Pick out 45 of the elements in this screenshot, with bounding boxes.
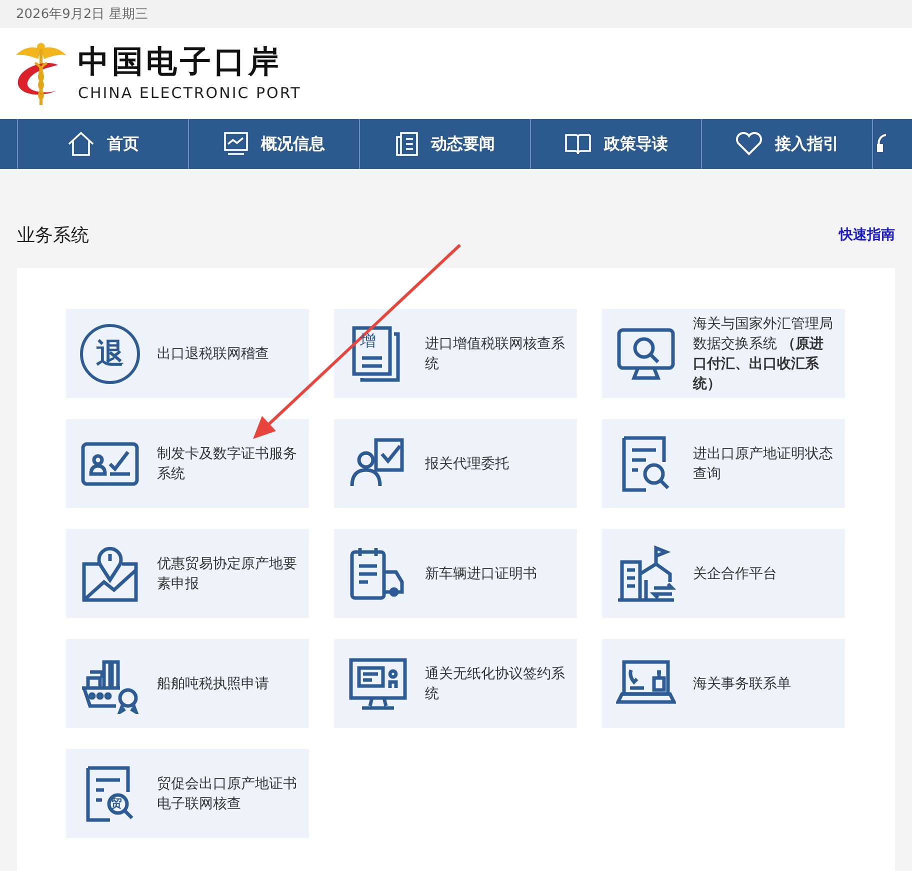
headset-icon xyxy=(877,133,887,155)
nav-item[interactable]: 接入指引 xyxy=(701,119,872,169)
system-tile[interactable]: 退 出口退税联网稽查 xyxy=(66,309,309,398)
document-icon xyxy=(395,131,419,157)
date-text: 2026年9月2日 星期三 xyxy=(16,6,148,23)
tile-label: 制发卡及数字证书服务系统 xyxy=(157,444,298,484)
system-tile[interactable]: 通关无纸化协议签约系统 xyxy=(334,639,577,728)
system-tile[interactable]: 制发卡及数字证书服务系统 xyxy=(66,419,309,508)
home-icon xyxy=(67,131,95,157)
system-tile[interactable]: 海关与国家外汇管理局数据交换系统 （原进口付汇、出口收汇系统） xyxy=(602,309,845,398)
system-tile[interactable]: 进出口原产地证明状态查询 xyxy=(602,419,845,508)
tile-label: 优惠贸易协定原产地要素申报 xyxy=(157,554,298,594)
tile-label: 报关代理委托 xyxy=(425,454,510,474)
quick-guide-link[interactable]: 快速指南 xyxy=(839,226,895,244)
tile-label: 进口增值税联网核查系统 xyxy=(425,334,566,374)
logo-subtitle: CHINA ELECTRONIC PORT xyxy=(78,84,302,102)
logo-icon xyxy=(16,40,66,106)
tile-label: 通关无纸化协议签约系统 xyxy=(425,664,566,704)
heart-icon xyxy=(735,132,763,156)
tile-label: 出口退税联网稽查 xyxy=(157,344,270,364)
circle-icon: 退 xyxy=(80,324,140,384)
nav-item[interactable]: 动态要闻 xyxy=(359,119,530,169)
logo-title: 中国电子口岸 xyxy=(78,45,283,80)
system-tile[interactable]: 关企合作平台 xyxy=(602,529,845,618)
system-tile[interactable]: 海关事务联系单 xyxy=(602,639,845,728)
nav-item[interactable]: 概况信息 xyxy=(188,119,359,169)
tile-label: 新车辆进口证明书 xyxy=(425,564,538,584)
nav-item[interactable]: 政策导读 xyxy=(530,119,701,169)
buildings-icon xyxy=(616,544,676,604)
tile-label: 海关与国家外汇管理局数据交换系统 （原进口付汇、出口收汇系统） xyxy=(693,314,834,394)
nav-item[interactable]: 首页 xyxy=(17,119,188,169)
chart-monitor-icon xyxy=(223,131,249,157)
tile-label: 船舶吨税执照申请 xyxy=(157,674,270,694)
tile-label: 关企合作平台 xyxy=(693,564,778,584)
system-tile[interactable]: 船舶吨税执照申请 xyxy=(66,639,309,728)
system-tile[interactable]: 增 进口增值税联网核查系统 xyxy=(334,309,577,398)
tile-label: 海关事务联系单 xyxy=(693,674,792,694)
section-title: 业务系统 xyxy=(17,224,89,246)
tile-label: 进出口原产地证明状态查询 xyxy=(693,444,834,484)
system-tile[interactable]: 贸 贸促会出口原产地证书电子联网核查 xyxy=(66,749,309,838)
system-tile[interactable]: 报关代理委托 xyxy=(334,419,577,508)
tile-label: 贸促会出口原产地证书电子联网核查 xyxy=(157,774,298,814)
system-tile[interactable]: 新车辆进口证明书 xyxy=(334,529,577,618)
book-icon xyxy=(564,132,592,156)
system-tile[interactable]: 优惠贸易协定原产地要素申报 xyxy=(66,529,309,618)
